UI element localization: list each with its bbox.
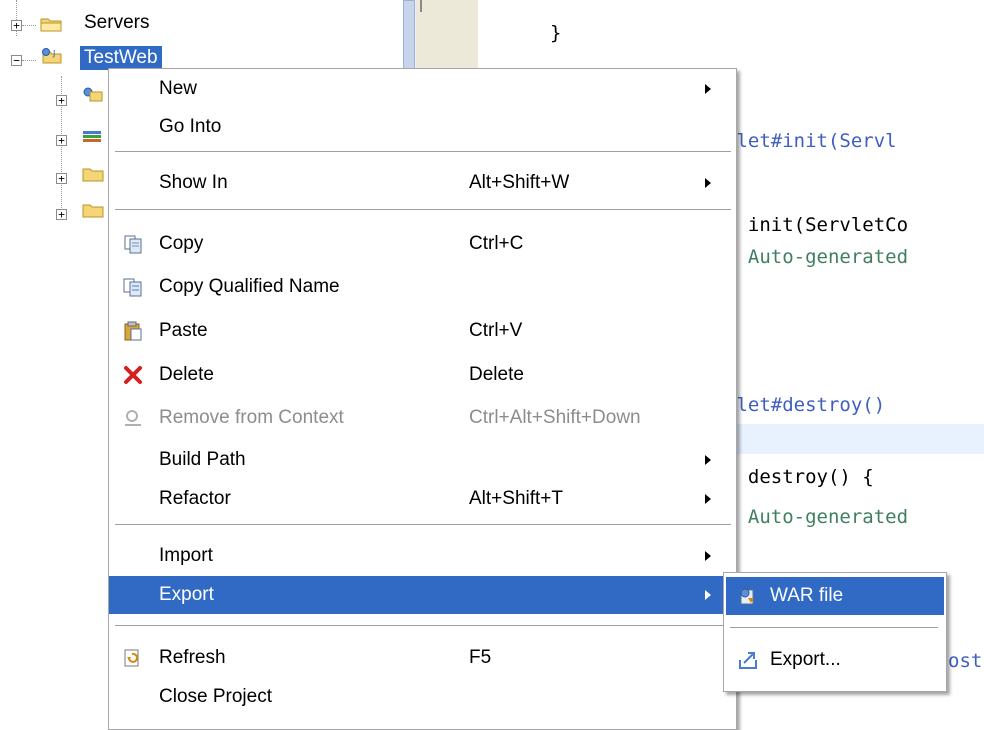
- menu-item-shortcut: Ctrl+C: [469, 233, 524, 254]
- refresh-icon: [124, 649, 139, 667]
- menu-item-label: Export: [159, 584, 214, 605]
- menu-item-copy[interactable]: Copy Ctrl+C: [109, 226, 736, 262]
- tree-line: [16, 0, 17, 20]
- tree-line: [22, 25, 36, 26]
- menu-item-label: Paste: [159, 320, 208, 341]
- export-icon: [739, 652, 757, 669]
- menu-item-label: Delete: [159, 364, 214, 385]
- delete-icon: [124, 366, 142, 384]
- menu-item-label: Copy: [159, 233, 204, 254]
- ruler-marker: [420, 0, 422, 12]
- servers-expander[interactable]: +: [11, 20, 22, 31]
- export-submenu: WAR file Export...: [723, 572, 947, 692]
- submenu-item-label: Export...: [770, 649, 841, 670]
- menu-separator: [115, 524, 731, 526]
- menu-item-refactor[interactable]: Refactor Alt+Shift+T: [109, 481, 736, 517]
- code-line: Auto-generated: [725, 246, 909, 268]
- menu-separator: [115, 625, 731, 627]
- menu-item-go-into[interactable]: Go Into: [109, 109, 736, 145]
- copy-qualified-name-icon: [123, 278, 142, 297]
- context-menu: New Go Into Show In Alt+Shift+W Copy Ctr…: [108, 68, 737, 730]
- code-line: vlet#init(Servl: [725, 130, 897, 152]
- menu-item-new[interactable]: New: [109, 71, 736, 107]
- submenu-arrow-icon: [705, 84, 711, 94]
- menu-item-shortcut: Delete: [469, 364, 524, 385]
- tree-node-testweb[interactable]: TestWeb: [80, 46, 162, 70]
- tree-line: [22, 60, 36, 61]
- menu-item-close-project[interactable]: Close Project: [109, 679, 736, 715]
- menu-item-copy-qualified-name[interactable]: Copy Qualified Name: [109, 269, 736, 305]
- menu-item-label: Show In: [159, 172, 228, 193]
- child-expander[interactable]: +: [56, 135, 67, 146]
- tree-node-servers[interactable]: Servers: [84, 12, 149, 34]
- submenu-arrow-icon: [705, 455, 711, 465]
- child-expander[interactable]: +: [56, 209, 67, 220]
- menu-item-label: Go Into: [159, 116, 222, 137]
- child-expander[interactable]: +: [56, 173, 67, 184]
- menu-item-shortcut: Alt+Shift+T: [469, 488, 563, 509]
- menu-item-paste[interactable]: Paste Ctrl+V: [109, 313, 736, 349]
- menu-item-label: Refactor: [159, 488, 231, 509]
- menu-item-label: Refresh: [159, 647, 226, 668]
- submenu-arrow-icon: [705, 551, 711, 561]
- folder-icon: [82, 168, 104, 182]
- menu-separator: [730, 627, 938, 629]
- menu-separator: [115, 151, 731, 153]
- folder-icon: [40, 18, 62, 32]
- child-expander[interactable]: +: [56, 95, 67, 106]
- deployment-descriptor-icon: [83, 87, 103, 102]
- svg-text:J: J: [52, 49, 55, 58]
- menu-item-refresh[interactable]: Refresh F5: [109, 640, 736, 676]
- menu-item-shortcut: Alt+Shift+W: [469, 172, 570, 193]
- menu-item-delete[interactable]: Delete Delete: [109, 357, 736, 393]
- folder-icon: [82, 204, 104, 218]
- menu-separator: [115, 209, 731, 211]
- remove-from-context-icon: [125, 410, 141, 426]
- submenu-item-export[interactable]: Export...: [726, 641, 944, 679]
- code-line: ost: [948, 650, 983, 672]
- menu-item-build-path[interactable]: Build Path: [109, 442, 736, 478]
- submenu-item-war-file[interactable]: WAR file: [726, 577, 944, 615]
- menu-item-label: Import: [159, 545, 213, 566]
- web-project-icon: J: [42, 48, 62, 64]
- submenu-arrow-icon: [705, 494, 711, 504]
- menu-item-show-in[interactable]: Show In Alt+Shift+W: [109, 165, 736, 201]
- submenu-item-label: WAR file: [770, 585, 844, 606]
- code-line: l init(ServletCo: [725, 214, 909, 236]
- code-line: vlet#destroy(): [725, 394, 886, 416]
- menu-item-label: Close Project: [159, 686, 272, 707]
- menu-item-export[interactable]: Export: [109, 576, 736, 614]
- submenu-arrow-icon: [705, 178, 711, 188]
- copy-icon: [124, 235, 142, 254]
- testweb-expander[interactable]: −: [11, 55, 22, 66]
- menu-item-label: Copy Qualified Name: [159, 276, 340, 297]
- menu-item-label: Build Path: [159, 449, 246, 470]
- submenu-arrow-icon: [705, 590, 711, 600]
- paste-icon: [124, 321, 142, 341]
- menu-item-remove-from-context: Remove from Context Ctrl+Alt+Shift+Down: [109, 400, 736, 436]
- menu-item-shortcut: Ctrl+V: [469, 320, 523, 341]
- menu-item-label: New: [159, 78, 198, 99]
- code-line: l destroy() {: [725, 466, 874, 488]
- menu-item-shortcut: Ctrl+Alt+Shift+Down: [469, 407, 641, 428]
- code-line: Auto-generated: [725, 506, 909, 528]
- war-file-icon: [740, 588, 754, 605]
- menu-item-label: Remove from Context: [159, 407, 344, 428]
- code-line: }: [550, 22, 562, 44]
- library-icon: [83, 131, 101, 142]
- menu-item-shortcut: F5: [469, 647, 492, 668]
- scrollbar-thumb[interactable]: [403, 0, 415, 70]
- menu-item-import[interactable]: Import: [109, 538, 736, 574]
